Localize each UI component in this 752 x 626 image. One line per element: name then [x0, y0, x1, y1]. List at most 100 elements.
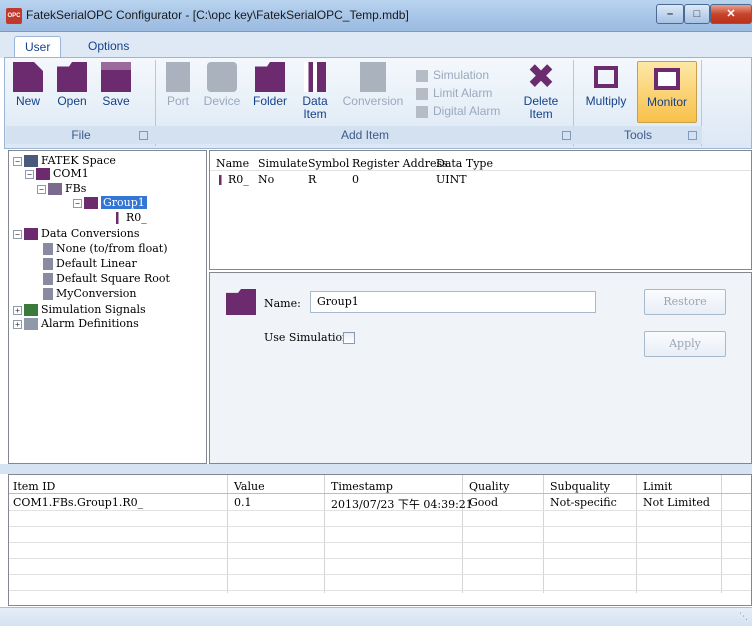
expand-icon[interactable]: +	[13, 305, 22, 315]
multiply-button[interactable]: Multiply	[580, 62, 632, 108]
folder-icon	[255, 62, 285, 92]
tree-node-data-conversions[interactable]: − Data Conversions	[13, 227, 139, 240]
save-button[interactable]: Save	[98, 62, 134, 108]
port-button[interactable]: Port	[160, 62, 196, 108]
cell-quality: Good	[469, 496, 499, 509]
limit-alarm-label: Limit Alarm	[433, 86, 493, 100]
file-dialog-launcher-icon[interactable]	[139, 131, 148, 140]
open-button[interactable]: Open	[50, 62, 94, 108]
row-divider	[9, 542, 751, 543]
item-list[interactable]: Name Simulate Symbol Register Address Da…	[209, 150, 752, 270]
tab-options[interactable]: Options	[78, 36, 139, 58]
conversion-icon	[43, 243, 53, 255]
tree-node-simulation-signals[interactable]: + Simulation Signals	[13, 303, 146, 316]
data-item-button[interactable]: Data Item	[298, 62, 332, 121]
tree-label: Simulation Signals	[41, 303, 146, 316]
limit-alarm-icon	[416, 87, 428, 100]
collapse-icon[interactable]: −	[25, 169, 34, 179]
tree-node-alarm-definitions[interactable]: + Alarm Definitions	[13, 317, 139, 330]
data-item-icon	[304, 62, 326, 92]
column-header-limit[interactable]: Limit	[643, 480, 672, 493]
cell-name: R0_	[228, 173, 249, 186]
column-header-simulate[interactable]: Simulate	[258, 157, 308, 170]
column-header-name[interactable]: Name	[216, 157, 249, 170]
cell-simulate: No	[258, 173, 275, 186]
collapse-icon[interactable]: −	[13, 229, 22, 239]
tree-node-group1[interactable]: − Group1	[73, 196, 147, 209]
tree-node-r0[interactable]: R0_	[113, 211, 147, 224]
tab-user[interactable]: User	[14, 36, 62, 58]
new-button[interactable]: New	[10, 62, 46, 108]
name-field[interactable]: Group1	[310, 291, 596, 313]
tree-label: None (to/from float)	[56, 242, 168, 255]
data-item-icon	[216, 175, 226, 185]
row-divider	[9, 558, 751, 559]
tree-label: Group1	[101, 196, 147, 209]
header-divider	[9, 493, 751, 494]
conversion-icon	[360, 62, 386, 92]
tree-node-none-conversion[interactable]: None (to/from float)	[43, 242, 168, 255]
multiply-label: Multiply	[585, 94, 627, 108]
column-header-symbol[interactable]: Symbol	[308, 157, 349, 170]
project-tree[interactable]: − FATEK Space − COM1 − FBs − Group1 R0_ − Dat…	[8, 150, 207, 464]
row-divider	[9, 590, 751, 591]
port-icon	[36, 168, 50, 180]
resize-grip-icon[interactable]: ⋱	[739, 612, 748, 622]
monitor-label: Monitor	[646, 95, 687, 109]
collapse-icon[interactable]: −	[37, 184, 46, 194]
collapse-icon[interactable]: −	[13, 156, 22, 166]
alarm-icon	[24, 318, 38, 330]
minimize-button[interactable]: –	[656, 4, 684, 24]
cell-limit: Not Limited	[643, 496, 710, 509]
use-simulation-checkbox[interactable]	[343, 332, 355, 344]
column-header-subquality[interactable]: Subquality	[550, 480, 610, 493]
conversion-icon	[43, 288, 53, 300]
column-header-timestamp[interactable]: Timestamp	[331, 480, 393, 493]
delete-item-label-1: Delete	[523, 94, 559, 108]
tree-node-default-square-root[interactable]: Default Square Root	[43, 272, 170, 285]
add-item-dialog-launcher-icon[interactable]	[562, 131, 571, 140]
tree-node-default-linear[interactable]: Default Linear	[43, 257, 137, 270]
folder-button[interactable]: Folder	[248, 62, 292, 108]
tree-node-fatek-space[interactable]: − FATEK Space	[13, 154, 116, 167]
panel-splitter[interactable]	[0, 464, 752, 474]
column-header-data-type[interactable]: Data Type	[436, 157, 493, 170]
table-row[interactable]: COM1.FBs.Group1.R0_ 0.1 2013/07/23 下午 04…	[9, 495, 751, 511]
monitor-button[interactable]: Monitor	[637, 61, 697, 123]
delete-item-button[interactable]: ✖ Delete Item	[518, 60, 564, 121]
tree-node-myconversion[interactable]: MyConversion	[43, 287, 136, 300]
conversion-icon	[43, 273, 53, 285]
tree-label: FATEK Space	[41, 154, 116, 167]
app-icon[interactable]: OPC	[6, 8, 22, 24]
port-label: Port	[166, 94, 189, 108]
tree-label: FBs	[65, 182, 87, 195]
close-button[interactable]: ✕	[710, 4, 752, 24]
column-header-value[interactable]: Value	[234, 480, 265, 493]
maximize-button[interactable]: □	[684, 4, 710, 24]
collapse-icon[interactable]: −	[73, 198, 82, 208]
column-header-register-address[interactable]: Register Address	[352, 157, 448, 170]
apply-button[interactable]: Apply	[644, 331, 726, 357]
cell-data-type: UINT	[436, 173, 467, 186]
new-icon	[13, 62, 43, 92]
properties-panel: Name: Group1 Use Simulation: Restore App…	[209, 272, 752, 464]
tools-dialog-launcher-icon[interactable]	[688, 131, 697, 140]
column-header-item-id[interactable]: Item ID	[13, 480, 55, 493]
new-label: New	[15, 94, 40, 108]
table-row[interactable]: R0_ No R 0 UINT	[214, 173, 514, 187]
folder-icon	[226, 289, 256, 315]
conversion-icon	[43, 258, 53, 270]
digital-alarm-button[interactable]: Digital Alarm	[416, 104, 500, 118]
limit-alarm-button[interactable]: Limit Alarm	[416, 86, 492, 100]
simulation-label: Simulation	[433, 68, 490, 82]
expand-icon[interactable]: +	[13, 319, 22, 329]
conversion-button[interactable]: Conversion	[340, 62, 406, 108]
header-divider	[210, 170, 751, 171]
tree-node-fbs[interactable]: − FBs	[37, 182, 86, 195]
device-button[interactable]: Device	[200, 62, 244, 108]
monitor-list[interactable]: Item ID Value Timestamp Quality Subquali…	[8, 474, 752, 606]
tree-node-com1[interactable]: − COM1	[25, 167, 89, 180]
restore-button[interactable]: Restore	[644, 289, 726, 315]
simulation-button[interactable]: Simulation	[416, 68, 489, 82]
column-header-quality[interactable]: Quality	[469, 480, 509, 493]
